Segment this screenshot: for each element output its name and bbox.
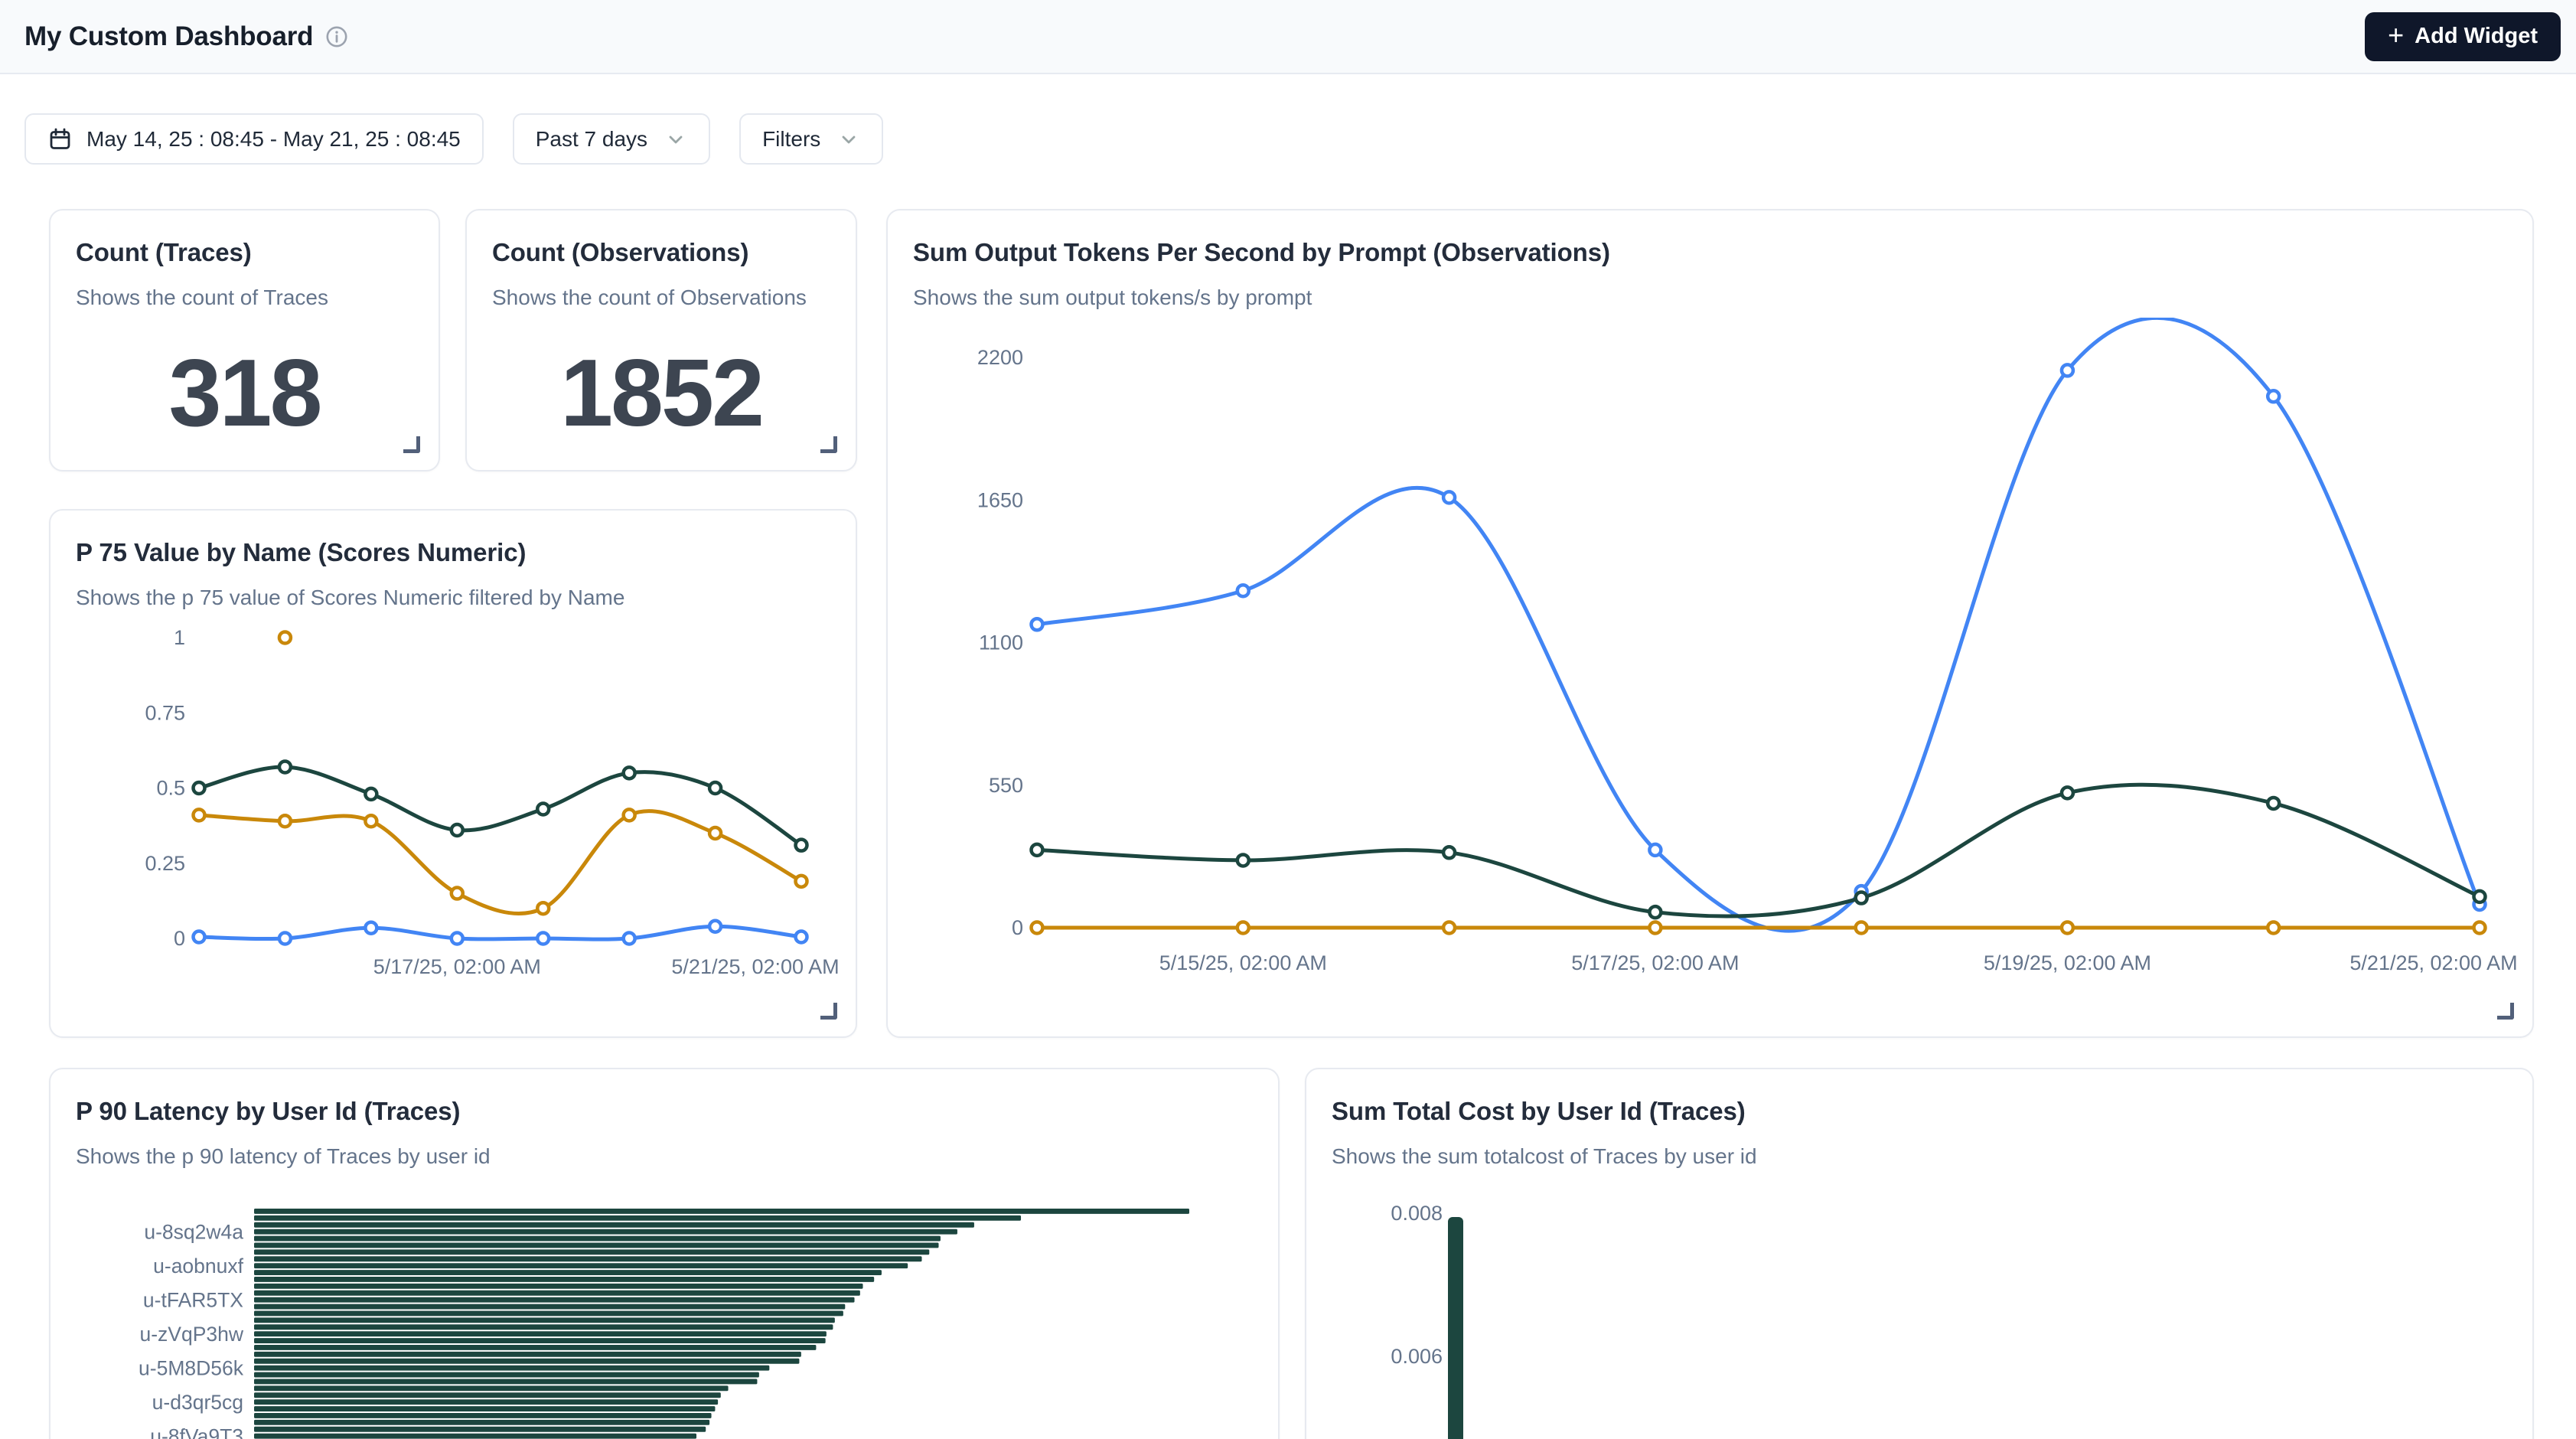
widget-subtitle: Shows the sum totalcost of Traces by use… (1332, 1144, 2505, 1169)
svg-text:0: 0 (1012, 916, 1023, 939)
date-range-picker[interactable]: May 14, 25 : 08:45 - May 21, 25 : 08:45 (24, 113, 484, 165)
widget-header: P 75 Value by Name (Scores Numeric) Show… (51, 511, 856, 610)
widget-p75-chart: P 75 Value by Name (Scores Numeric) Show… (49, 509, 857, 1038)
svg-text:0.25: 0.25 (145, 852, 185, 875)
widget-title: Count (Observations) (492, 238, 828, 267)
svg-text:2200: 2200 (977, 346, 1023, 369)
widget-title: Sum Output Tokens Per Second by Prompt (… (913, 238, 2505, 267)
svg-text:u-5M8D56k: u-5M8D56k (139, 1357, 244, 1380)
widget-title: P 75 Value by Name (Scores Numeric) (76, 538, 828, 567)
widget-header: P 90 Latency by User Id (Traces) Shows t… (51, 1069, 1278, 1169)
widget-subtitle: Shows the count of Observations (492, 286, 828, 310)
widget-header: Count (Observations) Shows the count of … (467, 210, 856, 310)
range-preset-dropdown[interactable]: Past 7 days (513, 113, 710, 165)
svg-text:u-8sq2w4a: u-8sq2w4a (144, 1221, 243, 1244)
svg-text:u-tFAR5TX: u-tFAR5TX (143, 1289, 243, 1312)
filters-label: Filters (762, 127, 820, 152)
widget-subtitle: Shows the p 90 latency of Traces by user… (76, 1144, 1251, 1169)
filter-toolbar: May 14, 25 : 08:45 - May 21, 25 : 08:45 … (24, 113, 883, 165)
svg-text:u-aobnuxf: u-aobnuxf (153, 1255, 244, 1277)
widget-header: Sum Output Tokens Per Second by Prompt (… (888, 210, 2532, 310)
svg-text:0.5: 0.5 (156, 777, 185, 800)
widget-count-traces: Count (Traces) Shows the count of Traces… (49, 209, 440, 472)
p75-line-chart-canvas: 0 0.25 0.5 0.75 1 5/17/25, 02:00 AM 5/21/25, 0… (51, 602, 859, 1023)
count-traces-value: 318 (51, 339, 439, 448)
add-widget-label: Add Widget (2415, 24, 2538, 49)
range-preset-value: Past 7 days (536, 127, 647, 152)
top-bar: My Custom Dashboard + Add Widget (0, 0, 2576, 74)
svg-text:0.75: 0.75 (145, 701, 185, 724)
widget-p90-chart: P 90 Latency by User Id (Traces) Shows t… (49, 1068, 1280, 1439)
count-observations-value: 1852 (467, 339, 856, 448)
widget-title: Sum Total Cost by User Id (Traces) (1332, 1097, 2505, 1126)
chevron-down-icon (664, 128, 687, 151)
chevron-down-icon (837, 128, 860, 151)
cost-bar-chart-canvas: 0.008 0.006 (1306, 1169, 2535, 1439)
svg-text:0: 0 (174, 927, 185, 950)
svg-text:u-zVqP3hw: u-zVqP3hw (139, 1323, 243, 1346)
svg-text:5/17/25, 02:00 AM: 5/17/25, 02:00 AM (373, 955, 541, 978)
widget-subtitle: Shows the count of Traces (76, 286, 411, 310)
widget-header: Count (Traces) Shows the count of Traces (51, 210, 439, 310)
widget-count-observations: Count (Observations) Shows the count of … (465, 209, 857, 472)
svg-text:5/21/25, 02:00 AM: 5/21/25, 02:00 AM (671, 955, 839, 978)
calendar-icon (47, 126, 73, 152)
resize-handle-icon[interactable] (820, 436, 837, 453)
filters-dropdown[interactable]: Filters (739, 113, 883, 165)
p90-bar-chart-canvas: u-8sq2w4a u-aobnuxf u-tFAR5TX u-zVqP3hw u-5M… (51, 1199, 1281, 1439)
svg-text:550: 550 (989, 774, 1023, 797)
svg-text:5/21/25, 02:00 AM: 5/21/25, 02:00 AM (2349, 951, 2517, 974)
date-range-value: May 14, 25 : 08:45 - May 21, 25 : 08:45 (86, 127, 461, 152)
svg-text:0.008: 0.008 (1391, 1202, 1443, 1225)
resize-handle-icon[interactable] (2497, 1003, 2514, 1020)
svg-text:1650: 1650 (977, 488, 1023, 511)
svg-text:5/19/25, 02:00 AM: 5/19/25, 02:00 AM (1984, 951, 2151, 974)
widget-subtitle: Shows the sum output tokens/s by prompt (913, 286, 2505, 310)
add-widget-button[interactable]: + Add Widget (2365, 12, 2561, 61)
svg-text:1100: 1100 (979, 631, 1023, 654)
widget-tokens-chart: Sum Output Tokens Per Second by Prompt (… (886, 209, 2534, 1038)
svg-text:u-8fVa9T3: u-8fVa9T3 (150, 1425, 243, 1439)
page-title: My Custom Dashboard (24, 21, 313, 52)
widget-cost-chart: Sum Total Cost by User Id (Traces) Shows… (1305, 1068, 2534, 1439)
resize-handle-icon[interactable] (820, 1003, 837, 1020)
svg-text:5/17/25, 02:00 AM: 5/17/25, 02:00 AM (1571, 951, 1739, 974)
widget-title: Count (Traces) (76, 238, 411, 267)
resize-handle-icon[interactable] (403, 436, 420, 453)
svg-text:1: 1 (174, 626, 185, 649)
widget-title: P 90 Latency by User Id (Traces) (76, 1097, 1251, 1126)
tokens-line-chart-canvas: 0 550 1100 1650 2200 5/15/25, 02:00 AM 5/17/25… (888, 318, 2535, 1014)
svg-text:u-d3qr5cg: u-d3qr5cg (152, 1391, 243, 1414)
widget-header: Sum Total Cost by User Id (Traces) Shows… (1306, 1069, 2532, 1169)
svg-text:0.006: 0.006 (1391, 1345, 1443, 1368)
plus-icon: + (2388, 21, 2404, 49)
svg-text:5/15/25, 02:00 AM: 5/15/25, 02:00 AM (1159, 951, 1327, 974)
info-icon[interactable] (325, 25, 348, 48)
